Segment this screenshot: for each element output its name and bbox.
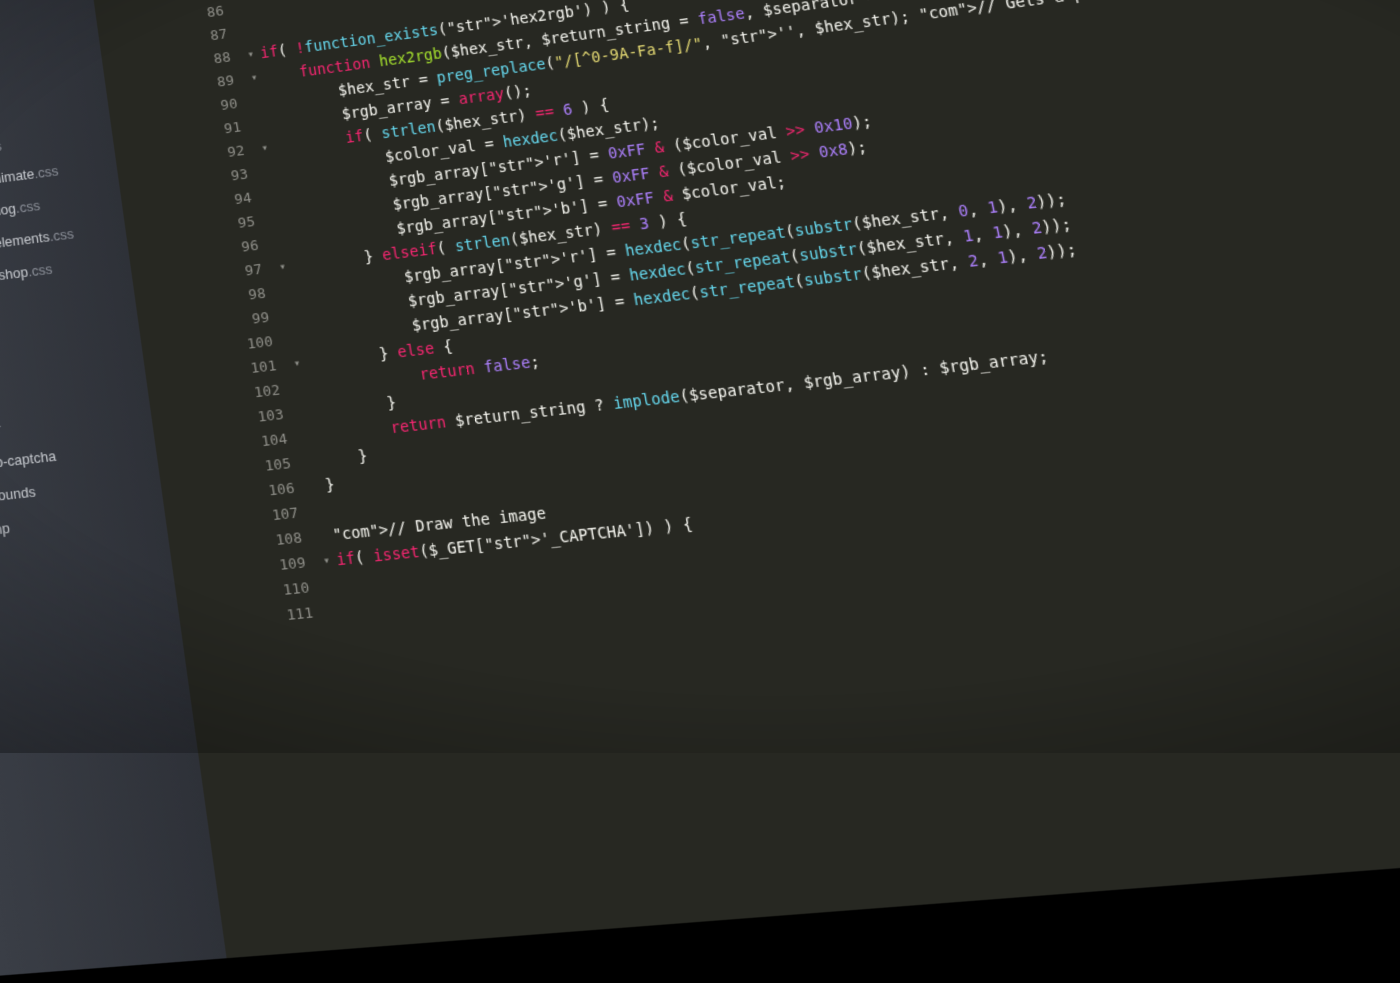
fold-toggle-icon[interactable]: ▾: [244, 43, 258, 68]
code-text[interactable]: }: [320, 444, 369, 474]
fold-toggle-icon: [301, 425, 312, 426]
fold-toggle-icon: [268, 207, 279, 208]
code-text[interactable]: }: [324, 473, 337, 499]
fold-toggle-icon: [286, 327, 297, 328]
fold-toggle-icon: [308, 474, 319, 475]
fold-toggle-icon[interactable]: ▾: [319, 549, 334, 575]
fold-toggle-icon: [305, 449, 316, 450]
fold-toggle-icon: [297, 400, 308, 401]
fold-toggle-icon: [272, 231, 283, 232]
code-area[interactable]: 77 . substr( md5( time() ), strlen( real…: [129, 0, 1400, 960]
fold-toggle-icon: [316, 524, 327, 525]
fold-toggle-icon: [254, 113, 265, 114]
fold-toggle-icon: [327, 599, 338, 600]
fold-toggle-icon: [312, 499, 323, 500]
fold-toggle-icon[interactable]: ▾: [276, 255, 290, 280]
fold-toggle-icon: [283, 303, 294, 304]
fold-toggle-icon: [240, 20, 251, 21]
code-editor[interactable]: 77 . substr( md5( time() ), strlen( real…: [67, 0, 1400, 958]
fold-toggle-icon: [265, 184, 276, 185]
fold-toggle-icon[interactable]: ▾: [258, 137, 272, 162]
fold-toggle-icon[interactable]: ▾: [247, 66, 261, 91]
fold-toggle-icon[interactable]: ▾: [290, 352, 305, 378]
